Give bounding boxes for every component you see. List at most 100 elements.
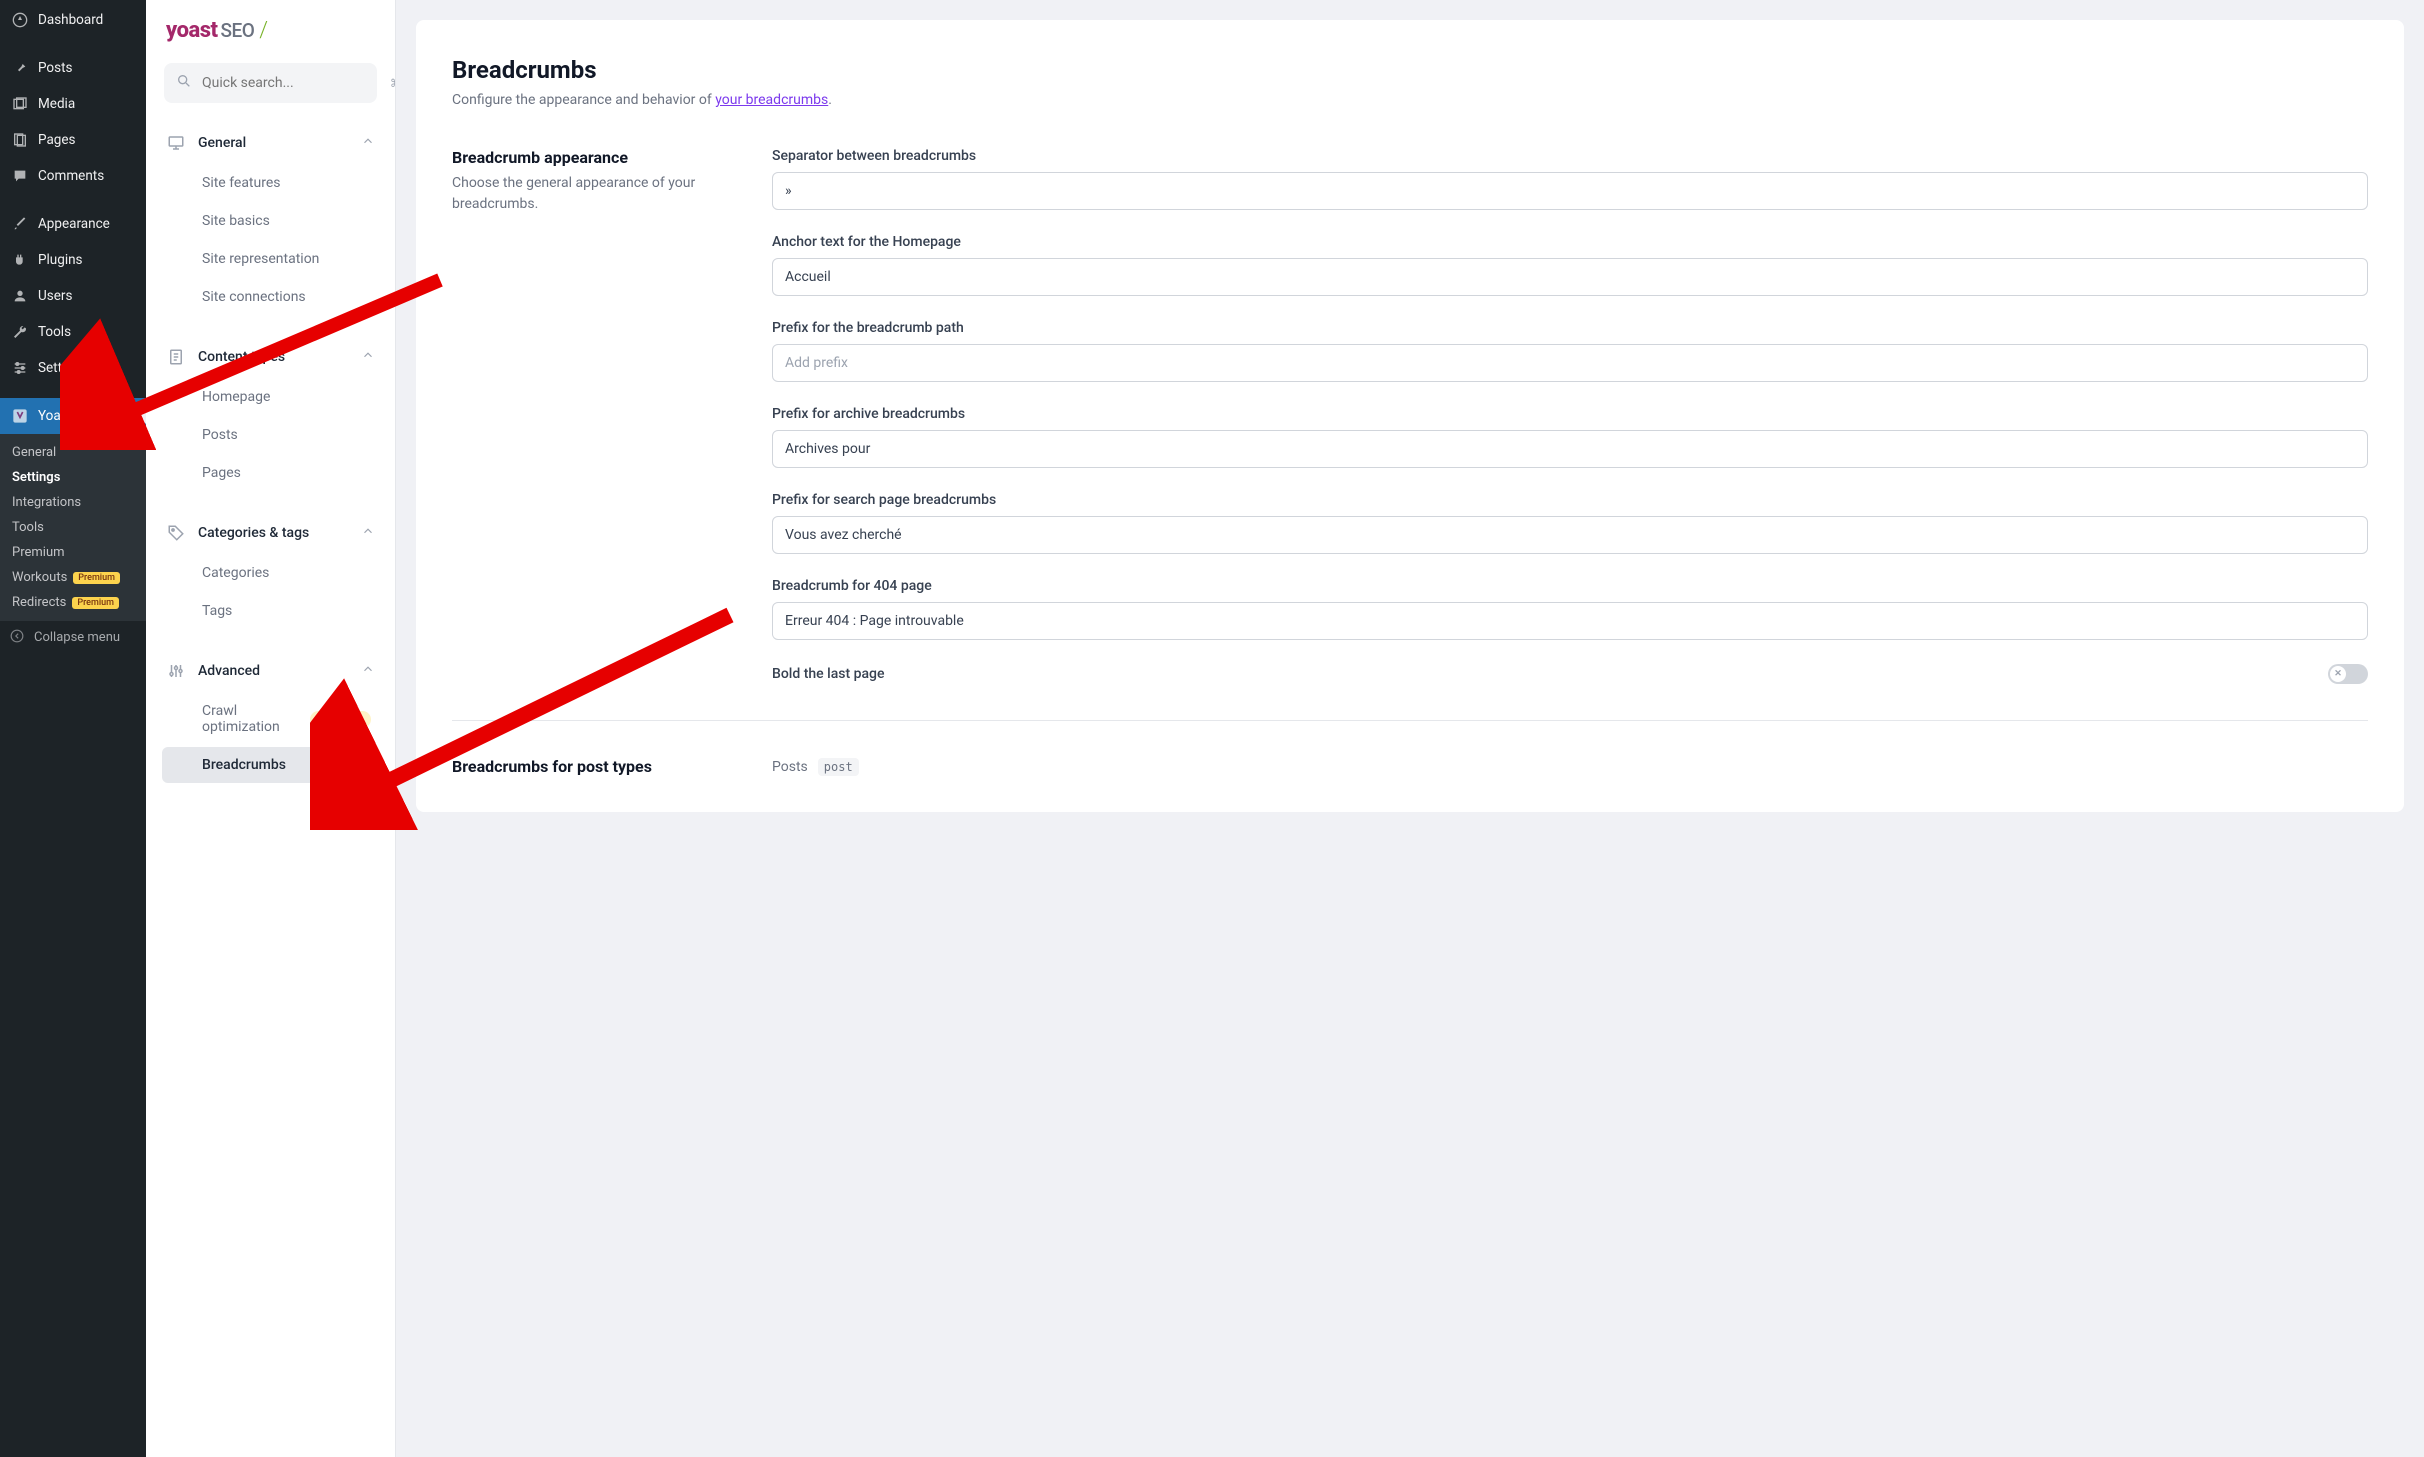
search-input[interactable] [202, 75, 380, 91]
settings-card: Breadcrumbs Configure the appearance and… [416, 20, 2404, 812]
yoast-icon [10, 406, 30, 426]
sidebar-item-media[interactable]: Media [0, 86, 146, 122]
yoast-sub-integrations[interactable]: Integrations [0, 490, 146, 515]
field-anchor: Anchor text for the Homepage [772, 234, 2368, 296]
media-icon [10, 94, 30, 114]
nav-item-site-basics[interactable]: Site basics [162, 203, 379, 239]
sidebar-item-comments[interactable]: Comments [0, 158, 146, 194]
nav-item-site-connections[interactable]: Site connections [162, 279, 379, 315]
chevron-up-icon [361, 662, 375, 680]
sidebar-label: Posts [38, 60, 72, 76]
sidebar-label: Dashboard [38, 12, 103, 28]
yoast-settings-nav: yoastSEO / ⌘K General Site features Site… [146, 0, 396, 1457]
separator-input[interactable] [772, 172, 2368, 210]
sidebar-label: Appearance [38, 216, 110, 232]
wp-admin-sidebar: Dashboard Posts Media Pages Comments App… [0, 0, 146, 1457]
comment-icon [10, 166, 30, 186]
yoast-submenu: General Settings Integrations Tools Prem… [0, 434, 146, 621]
nav-item-homepage[interactable]: Homepage [162, 379, 379, 415]
sidebar-item-posts[interactable]: Posts [0, 50, 146, 86]
chevron-up-icon [361, 134, 375, 152]
post-type-slug: post [818, 758, 859, 776]
b404-input[interactable] [772, 602, 2368, 640]
adjustments-icon [166, 661, 186, 681]
tag-icon [166, 523, 186, 543]
nav-group-advanced[interactable]: Advanced [158, 651, 383, 691]
section-description: Choose the general appearance of your br… [452, 173, 732, 215]
chevron-up-icon [361, 524, 375, 542]
breadcrumbs-help-link[interactable]: your breadcrumbs [715, 92, 828, 108]
premium-pill: Premium [310, 711, 371, 728]
desktop-icon [166, 133, 186, 153]
user-icon [10, 286, 30, 306]
sidebar-item-plugins[interactable]: Plugins [0, 242, 146, 278]
yoast-sub-settings[interactable]: Settings [0, 465, 146, 490]
sidebar-item-dashboard[interactable]: Dashboard [0, 2, 146, 38]
sidebar-item-yoast[interactable]: Yoast SEO [0, 398, 146, 434]
sidebar-item-pages[interactable]: Pages [0, 122, 146, 158]
post-type-label: Posts [772, 759, 808, 775]
nav-item-categories[interactable]: Categories [162, 555, 379, 591]
yoast-sub-premium[interactable]: Premium [0, 540, 146, 565]
wrench-icon [10, 322, 30, 342]
page-title: Breadcrumbs [452, 56, 2368, 84]
document-icon [166, 347, 186, 367]
field-separator: Separator between breadcrumbs [772, 148, 2368, 210]
nav-item-breadcrumbs[interactable]: Breadcrumbs [162, 747, 379, 783]
sidebar-item-users[interactable]: Users [0, 278, 146, 314]
sidebar-label: Pages [38, 132, 76, 148]
collapse-icon [10, 629, 26, 645]
prefix-archive-input[interactable] [772, 430, 2368, 468]
yoast-sub-workouts[interactable]: WorkoutsPremium [0, 565, 146, 590]
yoast-sub-tools[interactable]: Tools [0, 515, 146, 540]
section-post-types: Breadcrumbs for post types Posts post [452, 721, 2368, 776]
collapse-label: Collapse menu [34, 630, 120, 645]
page-description: Configure the appearance and behavior of… [452, 92, 2368, 108]
nav-item-pages[interactable]: Pages [162, 455, 379, 491]
yoast-sub-redirects[interactable]: RedirectsPremium [0, 590, 146, 615]
field-label: Prefix for the breadcrumb path [772, 320, 2368, 336]
prefix-path-input[interactable] [772, 344, 2368, 382]
nav-item-posts[interactable]: Posts [162, 417, 379, 453]
nav-item-crawl-optimization[interactable]: Crawl optimization Premium [162, 693, 379, 745]
nav-item-site-representation[interactable]: Site representation [162, 241, 379, 277]
field-prefix-archive: Prefix for archive breadcrumbs [772, 406, 2368, 468]
sidebar-item-tools[interactable]: Tools [0, 314, 146, 350]
quick-search[interactable]: ⌘K [164, 63, 377, 103]
field-bold-last: Bold the last page ✕ [772, 664, 2368, 684]
plug-icon [10, 250, 30, 270]
sidebar-item-appearance[interactable]: Appearance [0, 206, 146, 242]
sliders-icon [10, 358, 30, 378]
premium-badge: Premium [73, 572, 120, 584]
sidebar-label: Plugins [38, 252, 83, 268]
sidebar-label: Settings [38, 360, 87, 376]
yoast-logo: yoastSEO / [158, 18, 383, 47]
section-heading: Breadcrumbs for post types [452, 757, 732, 776]
sidebar-item-settings[interactable]: Settings [0, 350, 146, 386]
sidebar-label: Media [38, 96, 75, 112]
field-prefix-search: Prefix for search page breadcrumbs [772, 492, 2368, 554]
bold-last-toggle[interactable]: ✕ [2328, 664, 2368, 684]
prefix-search-input[interactable] [772, 516, 2368, 554]
anchor-input[interactable] [772, 258, 2368, 296]
search-icon [176, 73, 192, 93]
chevron-up-icon [361, 348, 375, 366]
nav-group-content-types[interactable]: Content types [158, 337, 383, 377]
premium-badge: Premium [72, 597, 119, 609]
nav-item-tags[interactable]: Tags [162, 593, 379, 629]
nav-item-site-features[interactable]: Site features [162, 165, 379, 201]
field-label: Bold the last page [772, 666, 884, 682]
pin-icon [10, 58, 30, 78]
field-label: Anchor text for the Homepage [772, 234, 2368, 250]
collapse-menu-button[interactable]: Collapse menu [0, 621, 146, 653]
toggle-knob-off: ✕ [2330, 666, 2346, 682]
page-icon [10, 130, 30, 150]
field-label: Prefix for archive breadcrumbs [772, 406, 2368, 422]
sidebar-label: Users [38, 288, 72, 304]
sidebar-label: Tools [38, 324, 71, 340]
nav-group-categories-tags[interactable]: Categories & tags [158, 513, 383, 553]
nav-group-general[interactable]: General [158, 123, 383, 163]
yoast-sub-general[interactable]: General [0, 440, 146, 465]
brush-icon [10, 214, 30, 234]
field-label: Prefix for search page breadcrumbs [772, 492, 2368, 508]
